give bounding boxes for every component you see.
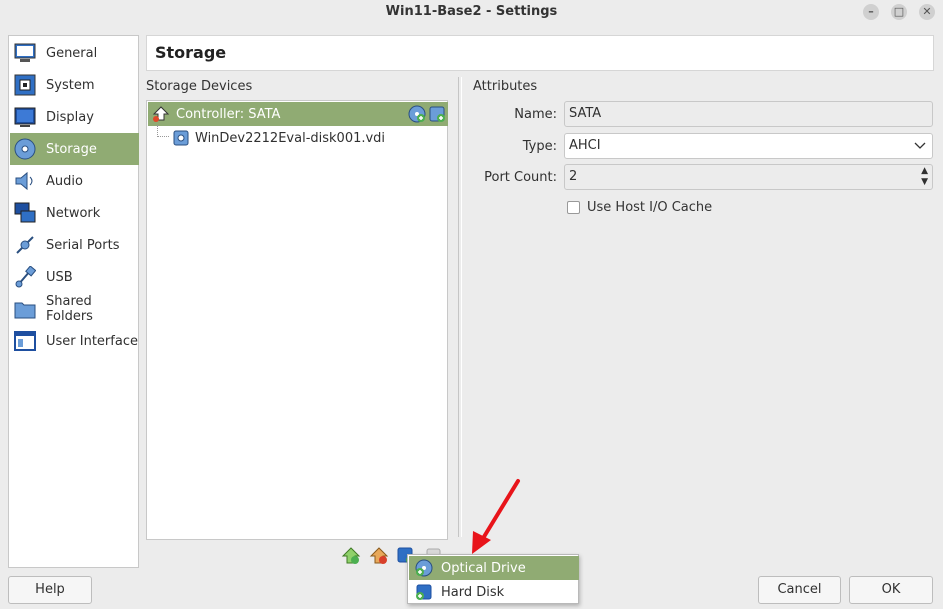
sidebar-item-label: User Interface bbox=[46, 333, 138, 349]
annotation-arrow-icon bbox=[472, 479, 520, 554]
page-title: Storage bbox=[146, 35, 934, 71]
close-icon[interactable]: ✕ bbox=[919, 4, 935, 20]
add-hard-disk-icon[interactable] bbox=[427, 104, 447, 124]
chevron-down-icon bbox=[914, 134, 926, 167]
audio-icon bbox=[14, 170, 36, 192]
storage-tree: Controller: SATA WinDev2212Eval-disk001.… bbox=[146, 100, 448, 540]
name-label: Name: bbox=[514, 107, 557, 122]
add-controller-icon[interactable] bbox=[341, 546, 361, 566]
system-icon bbox=[14, 74, 36, 96]
type-select[interactable]: AHCI bbox=[564, 133, 933, 159]
display-icon bbox=[14, 106, 36, 128]
storage-icon bbox=[14, 138, 36, 160]
sidebar-item-network[interactable]: Network bbox=[10, 197, 139, 229]
title-bar: Win11-Base2 - Settings – □ ✕ bbox=[0, 0, 943, 24]
controller-icon bbox=[152, 105, 170, 123]
port-count-label: Port Count: bbox=[484, 170, 557, 185]
general-icon bbox=[14, 42, 36, 64]
remove-controller-icon[interactable] bbox=[369, 546, 389, 566]
shared-folders-icon bbox=[14, 298, 36, 320]
menu-item-hard-disk[interactable]: Hard Disk bbox=[409, 580, 579, 604]
usb-icon bbox=[14, 266, 36, 288]
tree-item-disk[interactable]: WinDev2212Eval-disk001.vdi bbox=[148, 126, 448, 150]
sidebar-item-system[interactable]: System bbox=[10, 69, 139, 101]
tree-item-controller-sata[interactable]: Controller: SATA bbox=[148, 102, 448, 126]
hard-disk-icon bbox=[173, 130, 189, 146]
cancel-button[interactable]: Cancel bbox=[758, 576, 841, 604]
settings-sidebar: General System Display Storage Audio Net… bbox=[8, 35, 139, 568]
sidebar-item-label: Network bbox=[46, 205, 101, 221]
menu-item-optical-drive[interactable]: Optical Drive bbox=[409, 556, 579, 580]
sidebar-item-user-interface[interactable]: User Interface bbox=[10, 325, 139, 357]
sidebar-item-label: General bbox=[46, 45, 98, 61]
sidebar-item-storage[interactable]: Storage bbox=[10, 133, 139, 165]
spin-down-icon[interactable]: ▼ bbox=[921, 177, 928, 187]
sidebar-item-label: Audio bbox=[46, 173, 83, 189]
attributes-label: Attributes bbox=[473, 79, 538, 94]
sidebar-item-serial-ports[interactable]: Serial Ports bbox=[10, 229, 139, 261]
storage-devices-label: Storage Devices bbox=[146, 79, 253, 94]
pane-splitter[interactable] bbox=[458, 77, 462, 537]
sidebar-item-label: System bbox=[46, 77, 95, 93]
maximize-icon[interactable]: □ bbox=[891, 4, 907, 20]
type-label: Type: bbox=[522, 139, 557, 154]
sidebar-item-label: USB bbox=[46, 269, 73, 285]
spin-up-icon[interactable]: ▲ bbox=[921, 166, 928, 176]
sidebar-item-usb[interactable]: USB bbox=[10, 261, 139, 293]
menu-item-label: Hard Disk bbox=[441, 584, 505, 600]
sidebar-item-label: Display bbox=[46, 109, 94, 125]
optical-drive-icon bbox=[415, 559, 433, 577]
sidebar-item-label: Shared Folders bbox=[46, 294, 93, 324]
sidebar-item-general[interactable]: General bbox=[10, 37, 139, 69]
name-field[interactable]: SATA bbox=[564, 101, 933, 127]
host-io-cache-checkbox[interactable] bbox=[567, 201, 580, 214]
type-value: AHCI bbox=[569, 138, 601, 153]
sidebar-item-shared-folders[interactable]: Shared Folders bbox=[10, 293, 139, 325]
host-io-cache-label: Use Host I/O Cache bbox=[587, 200, 713, 215]
disk-label: WinDev2212Eval-disk001.vdi bbox=[195, 130, 386, 146]
hard-disk-add-icon bbox=[415, 583, 433, 601]
sidebar-item-display[interactable]: Display bbox=[10, 101, 139, 133]
network-icon bbox=[14, 202, 36, 224]
sidebar-item-label: Storage bbox=[46, 141, 97, 157]
port-count-spinbox[interactable]: 2 ▲ ▼ bbox=[564, 164, 933, 190]
sidebar-item-label: Serial Ports bbox=[46, 237, 120, 253]
add-attachment-menu: Optical Drive Hard Disk bbox=[407, 554, 579, 604]
ok-button[interactable]: OK bbox=[849, 576, 933, 604]
help-button[interactable]: Help bbox=[8, 576, 92, 604]
add-optical-drive-icon[interactable] bbox=[407, 104, 427, 124]
serial-ports-icon bbox=[14, 234, 36, 256]
port-count-value: 2 bbox=[569, 169, 578, 184]
minimize-icon[interactable]: – bbox=[863, 4, 879, 20]
user-interface-icon bbox=[14, 330, 36, 352]
sidebar-item-audio[interactable]: Audio bbox=[10, 165, 139, 197]
window-title: Win11-Base2 - Settings bbox=[385, 4, 558, 19]
menu-item-label: Optical Drive bbox=[441, 560, 526, 576]
controller-label: Controller: SATA bbox=[176, 106, 281, 122]
